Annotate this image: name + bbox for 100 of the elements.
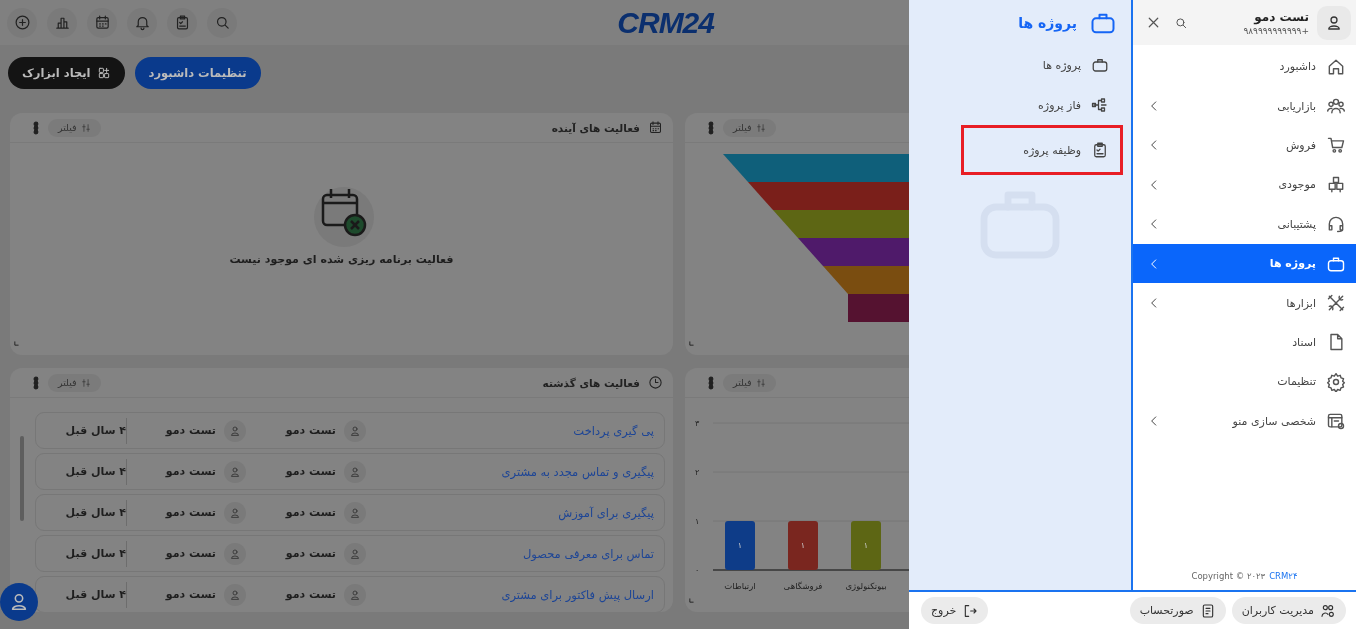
sidebar-item[interactable]: پروژه ها <box>1133 243 1356 284</box>
user-icon <box>1325 13 1343 32</box>
category-label: ارتباطات <box>724 581 756 591</box>
empty-state-message: فعالیت برنامه ریزی شده ای موجود نیست <box>229 253 454 266</box>
filter-button[interactable]: فیلتر <box>48 118 101 137</box>
filter-icon <box>80 122 91 133</box>
filter-icon <box>80 377 91 388</box>
bar-value-label: ۱ <box>737 541 743 550</box>
widget-add-icon <box>96 65 111 80</box>
calendar-icon <box>93 14 111 31</box>
invoice-button[interactable]: صورتحساب <box>1129 597 1226 624</box>
sidebar-item[interactable]: اسناد <box>1133 322 1356 363</box>
sidebar-item[interactable]: تنظیمات <box>1133 362 1356 402</box>
submenu-item[interactable]: فاز پروژه <box>909 85 1131 125</box>
time-ago: ۴ سال قبل <box>64 588 126 601</box>
submenu-title: پروژه ها <box>1018 14 1077 31</box>
user-settings-icon <box>1320 602 1336 619</box>
clipboard-button[interactable] <box>167 7 197 38</box>
search-button[interactable] <box>207 7 237 38</box>
sidebar-item[interactable]: داشبورد <box>1133 47 1356 87</box>
person-name: تست دمو <box>285 424 336 437</box>
axis-tick-label: ۳ <box>695 419 700 428</box>
user-icon <box>349 465 361 478</box>
more-icon <box>32 120 40 135</box>
funnel-band <box>848 294 909 322</box>
submenu-item[interactable]: پروژه ها <box>909 45 1131 85</box>
user-icon <box>229 506 241 519</box>
chart-bar <box>851 521 881 570</box>
person-name: تست دمو <box>165 465 216 478</box>
add-icon <box>13 14 31 31</box>
axis-tick-label: ۲ <box>695 468 700 477</box>
submenu-item[interactable]: وظیفه پروژه <box>961 125 1123 175</box>
filter-button[interactable]: فیلتر <box>723 373 776 392</box>
logout-button[interactable]: خروج <box>921 597 989 624</box>
boxes-icon <box>1326 174 1346 195</box>
sidebar-item[interactable]: فروش <box>1133 125 1356 166</box>
axis-tick-label: ۰ <box>695 566 700 575</box>
support-button[interactable] <box>0 583 38 621</box>
user-management-button[interactable]: مدیریت کاربران <box>1231 597 1346 624</box>
clock-icon <box>648 375 663 390</box>
person-name: تست دمو <box>165 588 216 601</box>
briefcase-icon <box>1091 56 1109 74</box>
user-icon <box>229 588 241 601</box>
user-name: تست دمو <box>1252 9 1309 24</box>
category-label: بیوتکنولوژی <box>845 581 887 591</box>
bar-chart-button[interactable] <box>47 7 77 38</box>
more-icon <box>707 375 715 390</box>
add-widget-button[interactable]: ایجاد ابزارک <box>8 56 125 89</box>
chart-bar <box>788 521 818 570</box>
person-name: تست دمو <box>165 424 216 437</box>
sidebar-item[interactable]: پشتیبانی <box>1133 204 1356 244</box>
time-ago: ۴ سال قبل <box>64 547 126 560</box>
bar-value-label: ۱ <box>800 541 806 550</box>
search-icon <box>1174 15 1188 30</box>
activity-row[interactable]: ۴ سال قبل تست دمو تست دمو تماس برای معرفی محصول <box>35 535 665 572</box>
activity-row[interactable]: ۴ سال قبل تست دمو تست دمو پیگیری و تماس مجدد به مشتری <box>35 453 665 490</box>
dashboard-settings-button[interactable]: تنظیمات داشبورد <box>134 56 261 89</box>
logout-icon <box>962 602 979 619</box>
copyright-link[interactable]: CRM۲۴ <box>1269 571 1298 581</box>
user-icon <box>229 424 241 437</box>
time-ago: ۴ سال قبل <box>64 465 126 478</box>
person-name: تست دمو <box>285 465 336 478</box>
hierarchy-icon <box>1091 96 1109 114</box>
user-icon <box>229 465 241 478</box>
widget-title: فعالیت های آینده <box>551 121 640 134</box>
sidebar-item[interactable]: بازاریابی <box>1133 86 1356 126</box>
activity-row[interactable]: ۴ سال قبل تست دمو تست دمو پی گیری پرداخت <box>35 412 665 449</box>
copyright-text: Copyright © ۲۰۲۳ <box>1191 571 1266 581</box>
settings-icon <box>1326 371 1346 392</box>
filter-icon <box>755 377 766 388</box>
clipboard-icon <box>1091 141 1109 159</box>
chart-bar <box>725 521 755 570</box>
filter-icon <box>755 122 766 133</box>
scrollbar[interactable] <box>20 436 24 521</box>
person-name: تست دمو <box>165 547 216 560</box>
headset-icon <box>1326 214 1346 235</box>
sidebar-item[interactable]: شخصی سازی منو <box>1133 401 1356 441</box>
user-icon <box>349 588 361 601</box>
sidebar-item[interactable]: ابزارها <box>1133 283 1356 323</box>
time-ago: ۴ سال قبل <box>64 506 126 519</box>
user-icon <box>349 424 361 437</box>
bell-icon <box>133 14 151 31</box>
sidebar-item[interactable]: موجودی <box>1133 165 1356 205</box>
person-name: تست دمو <box>285 547 336 560</box>
person-name: تست دمو <box>285 588 336 601</box>
axis-tick-label: ۱ <box>695 517 700 526</box>
time-ago: ۴ سال قبل <box>64 424 126 437</box>
layout-settings-icon <box>1326 411 1346 432</box>
activity-row[interactable]: ۴ سال قبل تست دمو تست دمو پیگیری برای آموزش <box>35 494 665 531</box>
filter-button[interactable]: فیلتر <box>48 373 101 392</box>
filter-button[interactable]: فیلتر <box>723 118 776 137</box>
more-icon <box>707 120 715 135</box>
logo: CRM24 <box>617 5 714 40</box>
bell-button[interactable] <box>127 7 157 38</box>
user-icon <box>229 547 241 560</box>
user-phone: ۹۸۹۹۹۹۹۹۹۹۹۹+ <box>1242 25 1309 36</box>
add-button[interactable] <box>7 7 37 38</box>
user-icon <box>349 506 361 519</box>
calendar-button[interactable] <box>87 7 117 38</box>
widget-title: فعالیت های گذشته <box>542 376 640 389</box>
